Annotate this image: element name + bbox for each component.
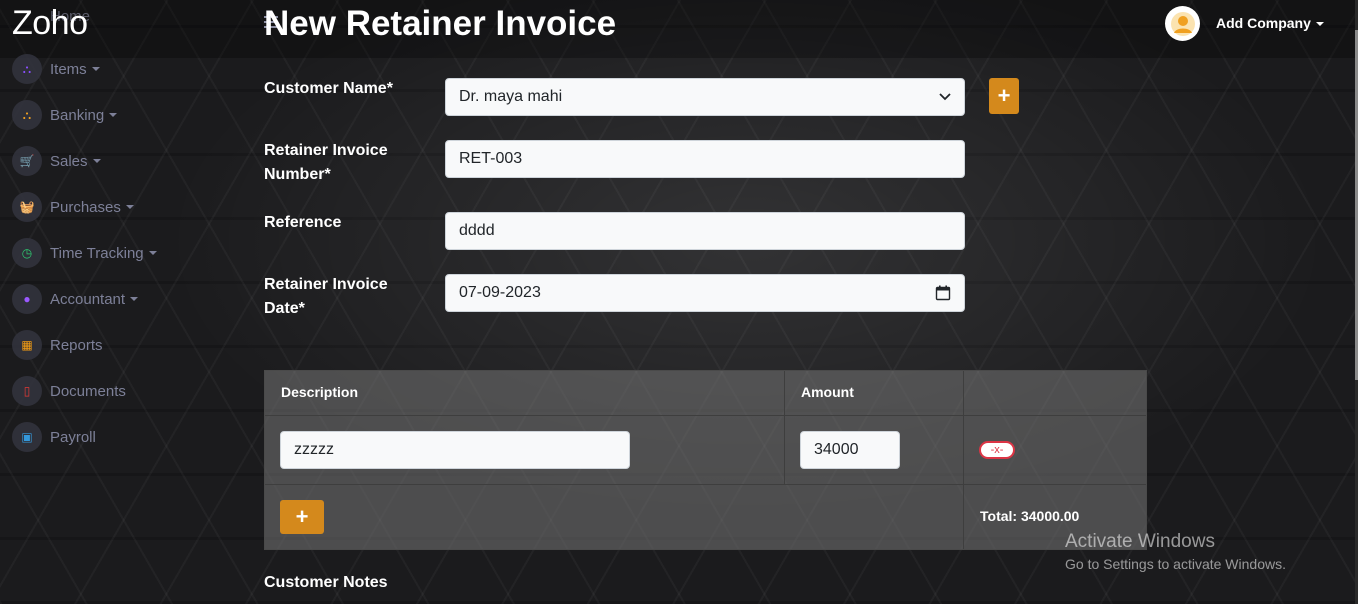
column-header-actions <box>964 371 1146 416</box>
chevron-down-icon <box>130 297 139 301</box>
cart-icon: 🛒 <box>12 146 42 176</box>
sitemap-icon: ⛬ <box>12 54 42 84</box>
customer-notes-label: Customer Notes <box>264 574 388 591</box>
reference-input[interactable]: dddd <box>445 212 965 250</box>
customer-name-select[interactable]: Dr. maya mahi <box>445 78 965 116</box>
avatar[interactable] <box>1165 6 1200 41</box>
sitemap-icon: ⛬ <box>12 100 42 130</box>
chevron-down-icon <box>91 67 100 71</box>
windows-activation-subtitle: Go to Settings to activate Windows. <box>1065 556 1286 572</box>
chevron-down-icon <box>148 251 157 255</box>
sidebar-item-time-tracking[interactable]: ◷ Time Tracking <box>12 230 242 276</box>
amount-value: 34000 <box>814 441 859 458</box>
customer-name-label: Customer Name* <box>264 80 393 97</box>
table-footer <box>265 485 964 549</box>
add-customer-button[interactable]: + <box>989 78 1019 114</box>
description-input[interactable]: zzzzz <box>280 431 630 469</box>
invoice-date-label-line1: Retainer Invoice <box>264 276 388 293</box>
basket-icon: 🧺 <box>12 192 42 222</box>
invoice-number-value: RET-003 <box>459 150 523 167</box>
invoice-number-input[interactable]: RET-003 <box>445 140 965 178</box>
sidebar-item-label: Items <box>50 60 87 78</box>
column-header-amount: Amount <box>785 371 964 416</box>
page-title: New Retainer Invoice <box>264 4 617 43</box>
windows-activation-title: Activate Windows <box>1065 531 1215 552</box>
sidebar-item-purchases[interactable]: 🧺 Purchases <box>12 184 242 230</box>
sidebar-item-banking[interactable]: ⛬ Banking <box>12 92 242 138</box>
sidebar-item-label: Time Tracking <box>50 244 144 262</box>
items-table: Description Amount zzzzz 34000 -x- + Tot… <box>264 370 1147 550</box>
sidebar-item-label: Banking <box>50 106 105 124</box>
calendar-icon: ▦ <box>12 330 42 360</box>
total-amount: Total: 34000.00 <box>980 508 1080 524</box>
chevron-down-icon <box>109 113 118 117</box>
chevron-down-icon <box>92 159 101 163</box>
sidebar-item-label: Documents <box>50 382 126 400</box>
calendar-icon[interactable] <box>935 285 951 301</box>
sidebar-item-label: Accountant <box>50 290 126 308</box>
sidebar: ⛬ Items ⛬ Banking 🛒 Sales 🧺 Purchases ◷ Time Trac… <box>12 46 242 460</box>
sidebar-item-documents[interactable]: ▯ Documents <box>12 368 242 414</box>
customer-name-value: Dr. maya mahi <box>459 88 563 105</box>
invoice-date-input[interactable]: 07-09-2023 <box>445 274 965 312</box>
money-icon: ▣ <box>12 422 42 452</box>
user-avatar-icon <box>1170 11 1195 36</box>
sidebar-item-label: Reports <box>50 336 103 354</box>
plus-icon: + <box>997 83 1011 108</box>
sidebar-item-label: Purchases <box>50 198 121 216</box>
invoice-date-label-line2: Date* <box>264 300 305 317</box>
chevron-down-icon <box>1315 22 1324 27</box>
chevron-down-icon <box>939 93 951 101</box>
clock-icon: ◷ <box>12 238 42 268</box>
amount-input[interactable]: 34000 <box>800 431 900 469</box>
sidebar-item-accountant[interactable]: ● Accountant <box>12 276 242 322</box>
invoice-date-label: Retainer Invoice Date* <box>264 273 424 321</box>
brand-logo: Zoho <box>12 4 88 42</box>
invoice-number-label: Retainer Invoice Number* <box>264 139 424 187</box>
description-value: zzzzz <box>294 441 334 458</box>
plus-icon: + <box>295 504 309 529</box>
remove-row-button[interactable]: -x- <box>979 441 1015 459</box>
add-company-label: Add Company <box>1216 15 1311 31</box>
sidebar-item-sales[interactable]: 🛒 Sales <box>12 138 242 184</box>
add-row-button[interactable]: + <box>280 500 324 534</box>
reference-label: Reference <box>264 214 342 231</box>
add-company-dropdown[interactable]: Add Company <box>1216 15 1324 31</box>
sidebar-item-reports[interactable]: ▦ Reports <box>12 322 242 368</box>
user-icon: ● <box>12 284 42 314</box>
chevron-down-icon <box>125 205 134 209</box>
invoice-number-label-line2: Number* <box>264 166 331 183</box>
invoice-date-value: 07-09-2023 <box>459 284 541 301</box>
reference-value: dddd <box>459 222 495 239</box>
column-header-description: Description <box>265 371 785 416</box>
sidebar-item-label: Payroll <box>50 428 96 446</box>
sidebar-item-payroll[interactable]: ▣ Payroll <box>12 414 242 460</box>
invoice-number-label-line1: Retainer Invoice <box>264 142 388 159</box>
file-icon: ▯ <box>12 376 42 406</box>
sidebar-item-items[interactable]: ⛬ Items <box>12 46 242 92</box>
sidebar-item-label: Sales <box>50 152 88 170</box>
